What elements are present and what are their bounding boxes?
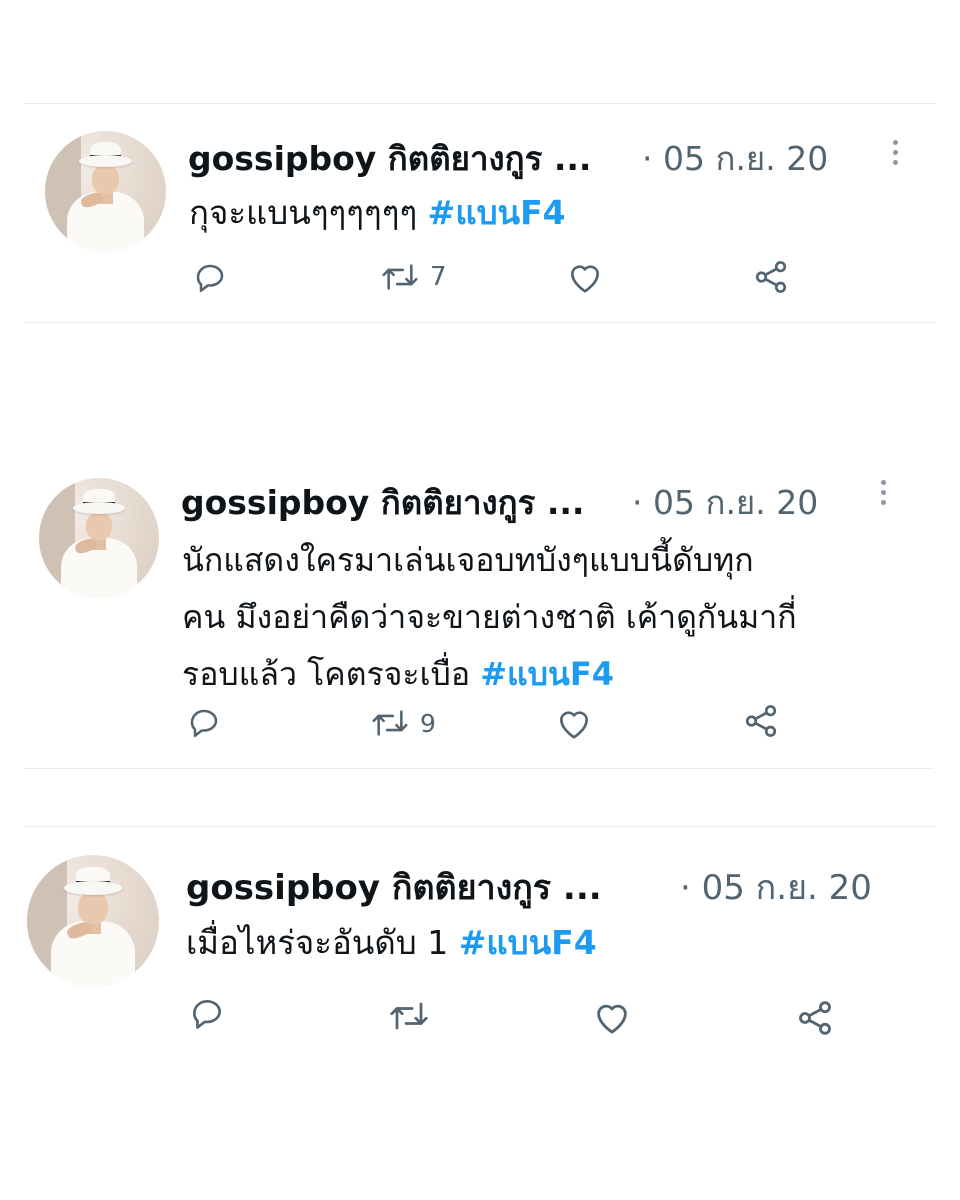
tweet-date[interactable]: · 05 ก.ย. 20 xyxy=(642,139,828,178)
tweet-divider xyxy=(24,103,936,104)
reply-button[interactable] xyxy=(192,260,228,296)
more-vertical-icon[interactable] xyxy=(893,140,899,170)
tweet-date[interactable]: · 05 ก.ย. 20 xyxy=(632,483,818,522)
retweet-button[interactable]: 9 xyxy=(370,706,436,740)
retweet-button[interactable] xyxy=(388,998,440,1034)
tweet-divider xyxy=(24,768,934,769)
retweet-count: 9 xyxy=(420,708,436,738)
reply-icon xyxy=(192,999,222,1029)
tweet-text: เมื่อไหร่จะอันดับ 1 xyxy=(186,923,449,962)
retweet-icon xyxy=(390,1002,428,1030)
tweet-divider xyxy=(24,826,936,827)
retweet-icon xyxy=(372,710,408,736)
retweet-icon xyxy=(382,264,418,290)
like-button[interactable] xyxy=(592,998,632,1036)
avatar[interactable] xyxy=(27,855,159,987)
avatar[interactable] xyxy=(39,478,159,598)
tweet-text: กุจะแบนๆๆๆๆๆๆ xyxy=(189,193,418,232)
reply-icon xyxy=(196,264,224,293)
like-button[interactable] xyxy=(566,259,604,295)
tweet-date[interactable]: · 05 ก.ย. 20 xyxy=(680,868,872,908)
tweet-divider xyxy=(24,322,936,323)
share-icon xyxy=(799,1001,831,1035)
reply-button[interactable] xyxy=(186,705,222,741)
author-name[interactable]: gossipboy กิตติยางกูร ... xyxy=(188,139,591,178)
heart-icon xyxy=(597,1004,627,1034)
share-icon xyxy=(755,261,787,293)
share-button[interactable] xyxy=(742,702,780,740)
tweet-text-line: รอบแล้ว โคตรจะเบื่อ xyxy=(182,655,471,693)
hashtag-link[interactable]: #แบนF4 xyxy=(459,923,597,962)
reply-button[interactable] xyxy=(188,995,226,1033)
author-name[interactable]: gossipboy กิตติยางกูร ... xyxy=(181,483,584,522)
share-button[interactable] xyxy=(795,998,835,1038)
share-icon xyxy=(745,705,777,737)
author-name[interactable]: gossipboy กิตติยางกูร ... xyxy=(186,868,602,908)
share-button[interactable] xyxy=(752,258,790,296)
tweet-text-line: คน มึงอย่าคืดว่าจะขายต่างชาติ เค้าดูกันม… xyxy=(182,598,797,636)
heart-icon xyxy=(559,711,589,739)
more-vertical-icon[interactable] xyxy=(881,480,887,510)
hashtag-link[interactable]: #แบนF4 xyxy=(428,193,566,232)
retweet-button[interactable]: 7 xyxy=(380,260,447,294)
retweet-count: 7 xyxy=(430,262,447,292)
like-button[interactable] xyxy=(555,705,593,741)
tweet-text-line: นักแสดงใครมาเล่นเจอบทบังๆแบบนี้ดับทุก xyxy=(182,541,754,579)
hashtag-link[interactable]: #แบนF4 xyxy=(480,655,614,693)
heart-icon xyxy=(570,265,600,293)
reply-icon xyxy=(190,709,218,738)
avatar[interactable] xyxy=(45,131,166,252)
